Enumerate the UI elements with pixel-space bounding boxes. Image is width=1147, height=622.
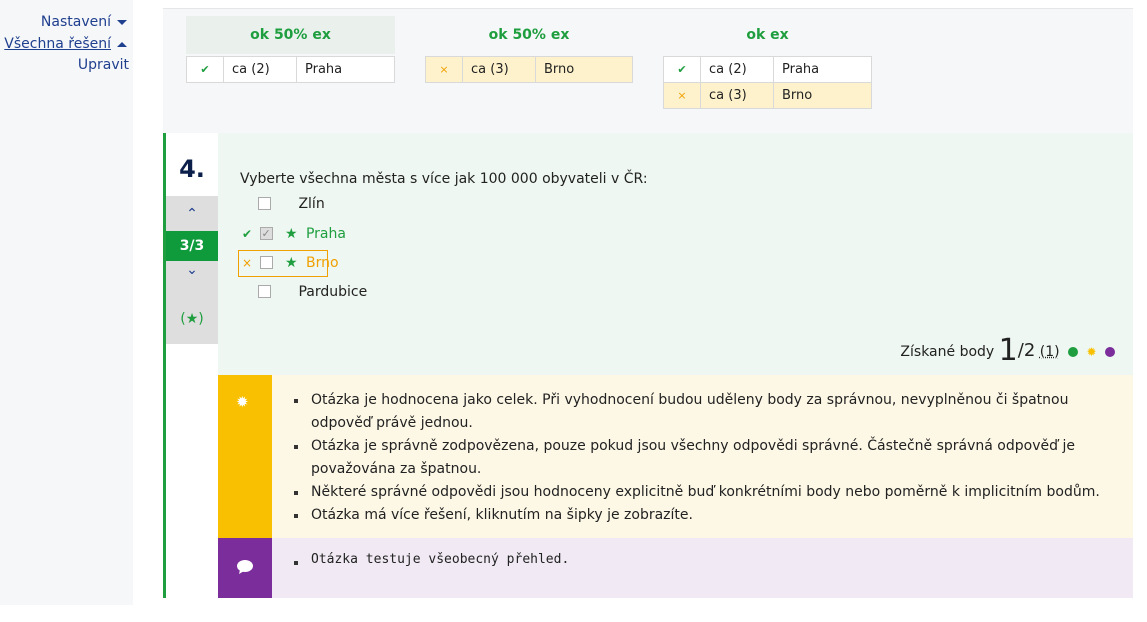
lightbulb-icon: ✹ xyxy=(236,393,249,411)
list-item: Otázka má více řešení, kliknutím na šipk… xyxy=(292,504,1122,527)
option-praha[interactable]: ✔ ★ Praha xyxy=(242,222,346,246)
cell-city: Praha xyxy=(773,56,872,83)
cross-icon: × xyxy=(663,82,701,109)
option-checkbox[interactable] xyxy=(259,222,273,246)
table-row: × ca (3) Brno xyxy=(663,82,872,109)
list-item: Otázka je hodnocena jako celek. Při vyho… xyxy=(292,389,1122,435)
ok-check-icon: ✔ xyxy=(663,56,701,83)
speech-bubble-icon[interactable] xyxy=(1105,347,1115,357)
option-checkbox[interactable] xyxy=(258,196,271,210)
star-marker: (★) xyxy=(180,311,204,327)
table-row: ✔ ca (2) Praha xyxy=(186,56,395,83)
table-row: ✔ ca (2) Praha xyxy=(663,56,872,83)
cell-city: Brno xyxy=(535,56,633,83)
solution-3-table: ✔ ca (2) Praha × ca (3) Brno xyxy=(663,56,872,109)
solution-navigator: ⌃ 3/3 ⌄ (★) xyxy=(166,196,218,344)
sidebar: Nastavení Všechna řešení Upravit xyxy=(0,0,133,605)
comment-panel: Otázka testuje všeobecný přehled. xyxy=(272,538,1133,598)
option-checkbox[interactable] xyxy=(259,255,273,269)
list-item: Některé správné odpovědi jsou hodnoceny … xyxy=(292,481,1122,504)
ok-check-icon: ✔ xyxy=(186,56,224,83)
cell-value: ca (2) xyxy=(700,56,774,83)
cell-value: ca (2) xyxy=(223,56,297,83)
option-checkbox[interactable] xyxy=(258,284,271,298)
all-solutions-link[interactable]: Všechna řešení xyxy=(4,36,127,52)
info-icon[interactable] xyxy=(1068,347,1079,357)
table-row: × ca (3) Brno xyxy=(425,56,633,83)
comment-text: Otázka testuje všeobecný přehled. xyxy=(292,552,569,567)
solution-1-header: ok 50% ex xyxy=(186,16,395,54)
lightbulb-icon[interactable]: ✹ xyxy=(1086,345,1096,359)
cross-icon: × xyxy=(425,56,463,83)
edit-link[interactable]: Upravit xyxy=(78,57,129,73)
option-label: Zlín xyxy=(298,196,325,212)
star-icon: ★ xyxy=(284,226,298,242)
solution-1-table: ✔ ca (2) Praha xyxy=(186,56,395,83)
question-body: Vyberte všechna města s více jak 100 000… xyxy=(218,133,1133,375)
cross-icon: × xyxy=(242,256,253,270)
score-max: /2 xyxy=(1017,340,1036,361)
score-display: Získané body 1/2 (1) ✹ xyxy=(900,333,1115,368)
solution-counter: 3/3 xyxy=(166,231,218,261)
settings-link[interactable]: Nastavení xyxy=(41,14,127,30)
cell-city: Praha xyxy=(296,56,395,83)
chevron-down-icon xyxy=(117,19,127,25)
cell-value: ca (3) xyxy=(700,82,774,109)
question-number: 4. xyxy=(179,155,205,183)
solution-2-header: ok 50% ex xyxy=(488,27,570,43)
option-zlin[interactable]: Zlín xyxy=(258,192,325,216)
cell-value: ca (3) xyxy=(462,56,536,83)
question-text: Vyberte všechna města s více jak 100 000… xyxy=(240,171,648,187)
comment-icon-column xyxy=(218,538,272,598)
option-label: Praha xyxy=(305,226,346,242)
solutions-panel: ok 50% ex ✔ ca (2) Praha ok 50% ex × ca … xyxy=(163,8,1133,134)
solution-3-header: ok ex xyxy=(746,27,789,43)
settings-label: Nastavení xyxy=(40,14,111,30)
cell-city: Brno xyxy=(773,82,872,109)
score-extra[interactable]: (1) xyxy=(1040,344,1060,360)
solution-2-table: × ca (3) Brno xyxy=(425,56,633,83)
hint-icon-column: ✹ xyxy=(218,375,272,538)
option-pardubice[interactable]: Pardubice xyxy=(258,280,367,304)
correct-check-icon: ✔ xyxy=(242,227,253,241)
chevron-up-icon xyxy=(117,41,127,47)
option-brno[interactable]: × ★ Brno xyxy=(242,251,339,275)
list-item: Otázka je správně zodpovězena, pouze pok… xyxy=(292,435,1122,481)
score-label: Získané body xyxy=(900,344,995,360)
option-label: Brno xyxy=(305,255,339,271)
hints-panel: Otázka je hodnocena jako celek. Při vyho… xyxy=(272,375,1133,538)
score-value: 1 xyxy=(998,333,1018,368)
hints-list: Otázka je hodnocena jako celek. Při vyho… xyxy=(292,389,1122,527)
star-icon: ★ xyxy=(284,255,298,271)
chevron-up-icon[interactable]: ⌃ xyxy=(166,206,218,222)
all-solutions-label: Všechna řešení xyxy=(4,36,111,52)
speech-bubble-icon xyxy=(237,560,253,574)
chevron-down-icon[interactable]: ⌄ xyxy=(166,262,218,278)
option-label: Pardubice xyxy=(298,284,368,300)
